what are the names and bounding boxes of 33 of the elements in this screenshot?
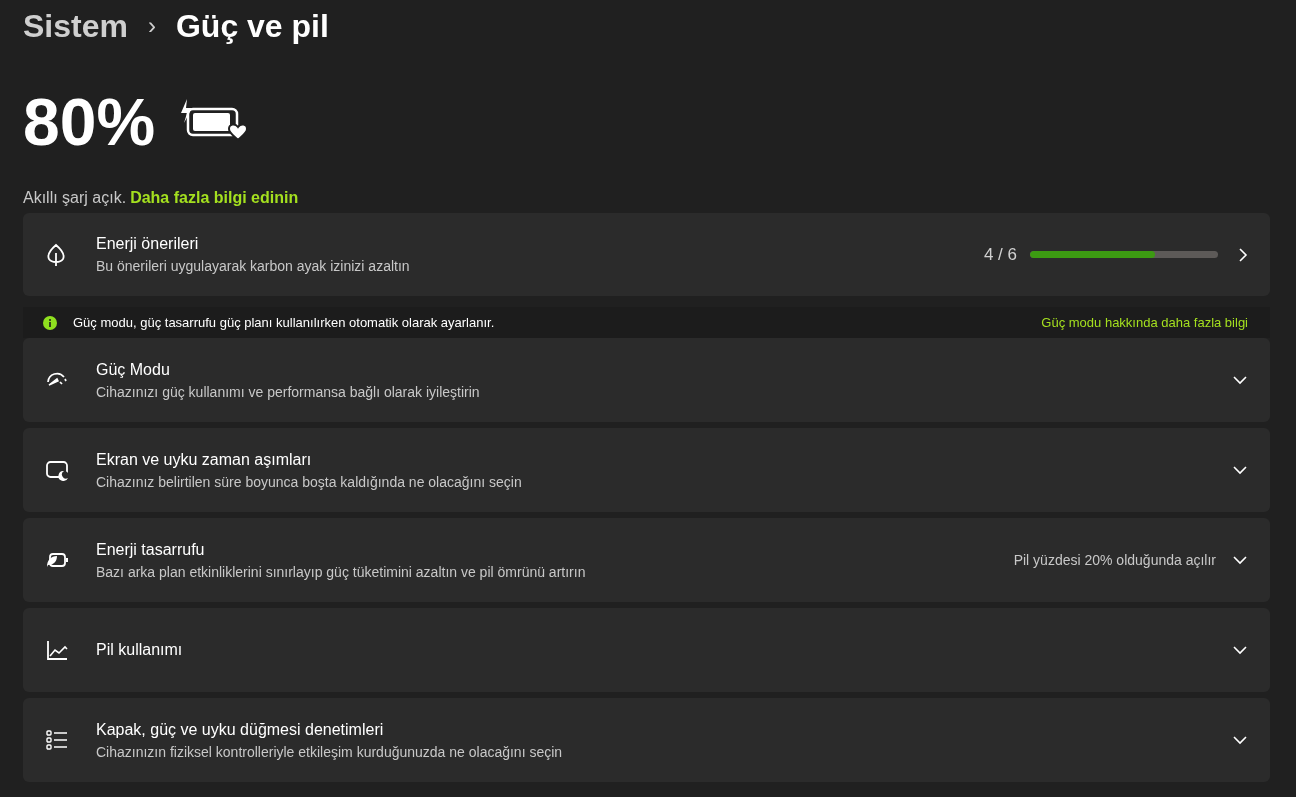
- breadcrumb-link[interactable]: Sistem: [23, 2, 128, 50]
- smart-charge-status: Akıllı şarj açık.: [23, 188, 127, 208]
- card-subtitle: Bazı arka plan etkinliklerini sınırlayıp güç tüketimini azaltın ve pil ömrünü artırın: [96, 562, 587, 582]
- progress-count: 4 / 6: [983, 243, 1017, 266]
- info-message: Güç modu, güç tasarrufu güç planı kullanılırken otomatik olarak ayarlanır.: [73, 313, 496, 332]
- card-title: Pil kullanımı: [96, 640, 184, 660]
- card-subtitle: Cihazınız belirtilen süre boyunca boşta kaldığında ne olacağını seçin: [96, 472, 523, 492]
- learn-more-link[interactable]: Daha fazla bilgi edinin: [130, 186, 299, 210]
- battery-percentage: 80%: [23, 89, 156, 155]
- settings-card[interactable]: Kapak, güç ve uyku düğmesi denetimleri Cihazınızın fiziksel kontrolleriyle etkileşim kurduğunuzda ne olacağını seçin: [23, 698, 1270, 782]
- card-subtitle: Cihazınızı güç kullanımı ve performansa bağlı olarak iyileştirin: [96, 382, 481, 402]
- breadcrumb-separator: ›: [146, 11, 157, 41]
- settings-card[interactable]: Pil kullanımı: [23, 608, 1270, 692]
- chevron-right-icon: [1238, 246, 1248, 263]
- card-title: Enerji tasarrufu: [96, 539, 206, 560]
- card-title: Güç Modu: [96, 359, 171, 380]
- status-text: Pil yüzdesi 20% olduğunda açılır: [1013, 550, 1216, 570]
- card-subtitle: Cihazınızın fiziksel kontrolleriyle etkileşim kurduğunuzda ne olacağını seçin: [96, 742, 564, 762]
- card-subtitle: Bu önerileri uygulayarak karbon ayak izinizi azaltın: [96, 257, 411, 276]
- card-title: Enerji önerileri: [96, 234, 200, 254]
- settings-card[interactable]: Güç Modu Cihazınızı güç kullanımı ve performansa bağlı olarak iyileştirin: [23, 338, 1270, 422]
- power-mode-link[interactable]: Güç modu hakkında daha fazla bilgi: [1041, 312, 1248, 333]
- card-title: Ekran ve uyku zaman aşımları: [96, 449, 313, 470]
- list-icon: [45, 728, 69, 752]
- info-icon: [43, 315, 57, 330]
- recommendations-card[interactable]: Enerji önerileri Bu önerileri uygulayarak karbon ayak izinizi azaltın 4 / 6: [23, 213, 1270, 296]
- card-title: Kapak, güç ve uyku düğmesi denetimleri: [96, 719, 385, 740]
- screen-moon-icon: [45, 458, 69, 482]
- page-title: Güç ve pil: [175, 7, 329, 46]
- line-chart-icon: [45, 638, 69, 662]
- settings-card[interactable]: Enerji tasarrufu Bazı arka plan etkinliklerini sınırlayıp güç tüketimini azaltın ve pil ömrünü artırın Pil yüzdesi 20% olduğunda açılır: [23, 518, 1270, 602]
- leaf-icon: [45, 242, 67, 267]
- settings-card[interactable]: Ekran ve uyku zaman aşımları Cihazınız belirtilen süre boyunca boşta kaldığında ne olacağını seçin: [23, 428, 1270, 512]
